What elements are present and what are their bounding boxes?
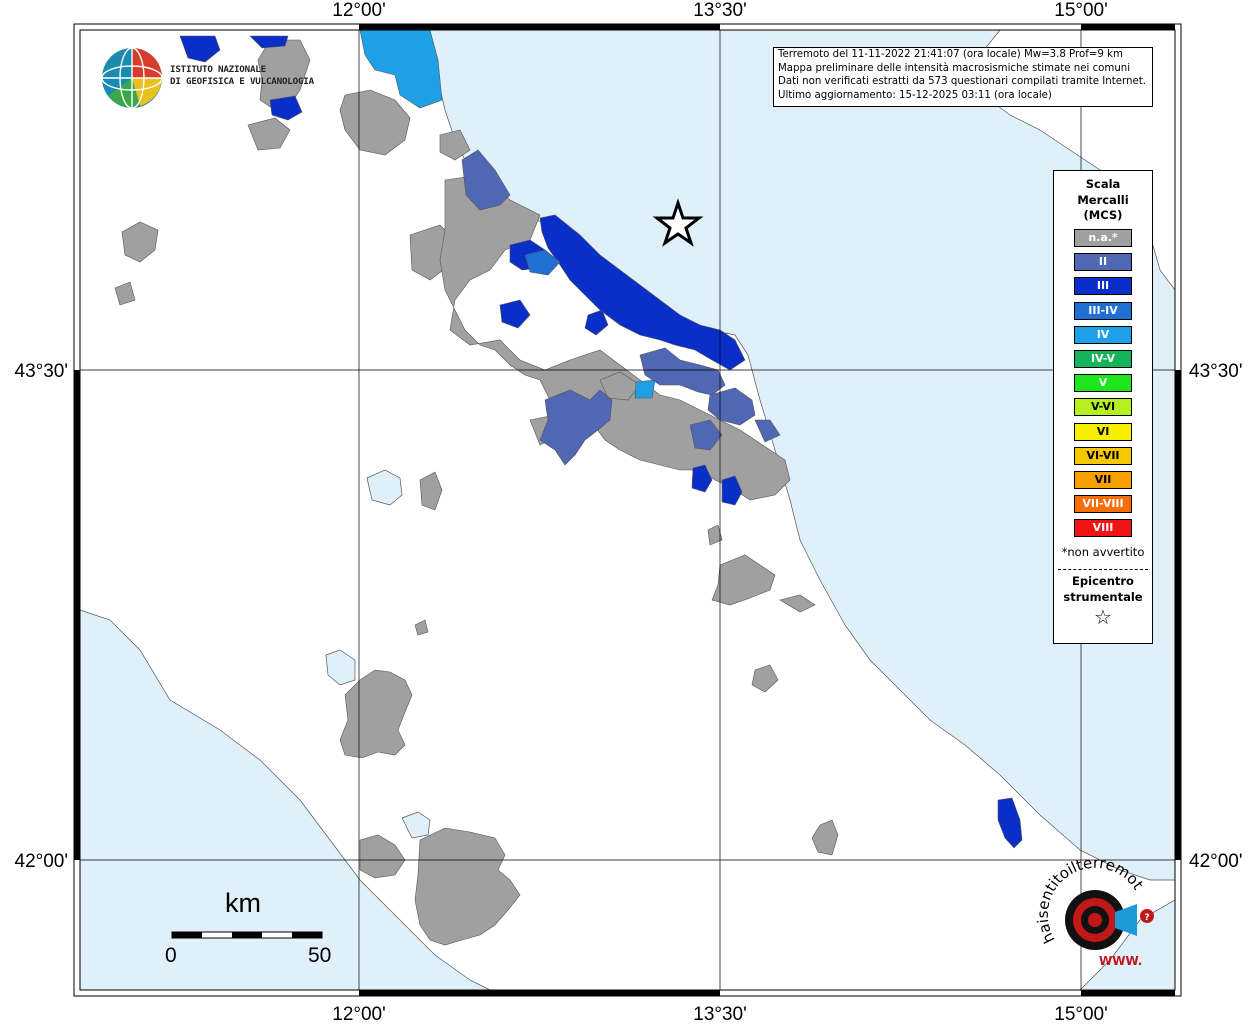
event-info-box: Terremoto del 11-11-2022 21:41:07 (ora l… bbox=[773, 47, 1153, 107]
legend-item: V bbox=[1074, 374, 1132, 393]
legend-title-line-2: Mercalli bbox=[1077, 192, 1129, 207]
legend-item: n.a.* bbox=[1074, 229, 1132, 247]
scale-min: 0 bbox=[165, 944, 177, 967]
bottom-lon-label-3: 15°00' bbox=[1054, 1004, 1108, 1024]
top-lon-label-2: 13°30' bbox=[693, 0, 747, 21]
legend-separator bbox=[1058, 569, 1148, 570]
bottom-lon-label-2: 13°30' bbox=[693, 1004, 747, 1024]
legend-item: VII bbox=[1074, 471, 1132, 489]
legend-item: V-VI bbox=[1074, 398, 1132, 417]
scale-unit: km bbox=[225, 888, 261, 918]
legend-epicenter-line-2: strumentale bbox=[1063, 590, 1143, 604]
right-lat-label-1: 43°30' bbox=[1189, 361, 1243, 382]
event-info-line-2: Mappa preliminare delle intensità macros… bbox=[778, 62, 1131, 74]
legend-item: IV-V bbox=[1074, 350, 1132, 368]
legend-title-line-1: Scala bbox=[1085, 177, 1121, 191]
event-info-line-4: Ultimo aggiornamento: 15-12-2025 03:11 (… bbox=[778, 89, 1052, 101]
ingv-globe-icon bbox=[101, 47, 163, 109]
left-lat-label-1: 43°30' bbox=[15, 361, 69, 382]
mcs-legend: Scala Mercalli (MCS) n.a.* II III III-IV IV I… bbox=[1053, 170, 1153, 644]
top-lon-label-3: 15°00' bbox=[1054, 0, 1108, 21]
legend-title: Scala Mercalli (MCS) bbox=[1054, 177, 1152, 224]
left-lat-label-2: 42°00' bbox=[15, 851, 69, 872]
haisentito-logo-icon: ? haisentitoilterremoto.it WWW. bbox=[1031, 846, 1154, 968]
legend-note: *non avvertito bbox=[1061, 545, 1145, 559]
legend-item: II bbox=[1074, 253, 1132, 272]
legend-title-line-3: (MCS) bbox=[1083, 208, 1123, 222]
event-info-line-1: Terremoto del 11-11-2022 21:41:07 (ora l… bbox=[778, 49, 1123, 60]
bottom-lon-label-1: 12°00' bbox=[332, 1004, 386, 1024]
legend-epicenter-line-1: Epicentro bbox=[1072, 574, 1134, 588]
ingv-logo: ISTITUTO NAZIONALE DI GEOFISICA E VULCAN… bbox=[100, 46, 315, 112]
event-info-line-3: Dati non verificati estratti da 573 ques… bbox=[778, 76, 1146, 87]
logo-line-2: DI GEOFISICA E VULCANOLOGIA bbox=[170, 76, 314, 87]
legend-item: VI bbox=[1074, 422, 1132, 441]
legend-epicenter-label: Epicentro strumentale ☆ bbox=[1054, 573, 1152, 629]
haisentito-badge: ? haisentitoilterremoto.it WWW. bbox=[1031, 846, 1175, 975]
legend-item: VI-VII bbox=[1074, 446, 1132, 465]
legend-item: III-IV bbox=[1074, 301, 1132, 320]
scale-bar bbox=[171, 931, 323, 939]
legend-item: III bbox=[1074, 277, 1132, 296]
legend-item: VII-VIII bbox=[1074, 495, 1132, 514]
scale-max: 50 bbox=[308, 944, 332, 967]
badge-www: WWW. bbox=[1099, 954, 1142, 968]
top-lon-label-1: 12°00' bbox=[332, 0, 386, 21]
right-lat-label-2: 42°00' bbox=[1189, 851, 1243, 872]
svg-text:?: ? bbox=[1144, 913, 1149, 923]
logo-line-1: ISTITUTO NAZIONALE bbox=[170, 64, 266, 75]
legend-item: VIII bbox=[1074, 519, 1132, 538]
legend-item: IV bbox=[1074, 325, 1132, 344]
legend-epicenter-star-icon: ☆ bbox=[1094, 605, 1112, 629]
